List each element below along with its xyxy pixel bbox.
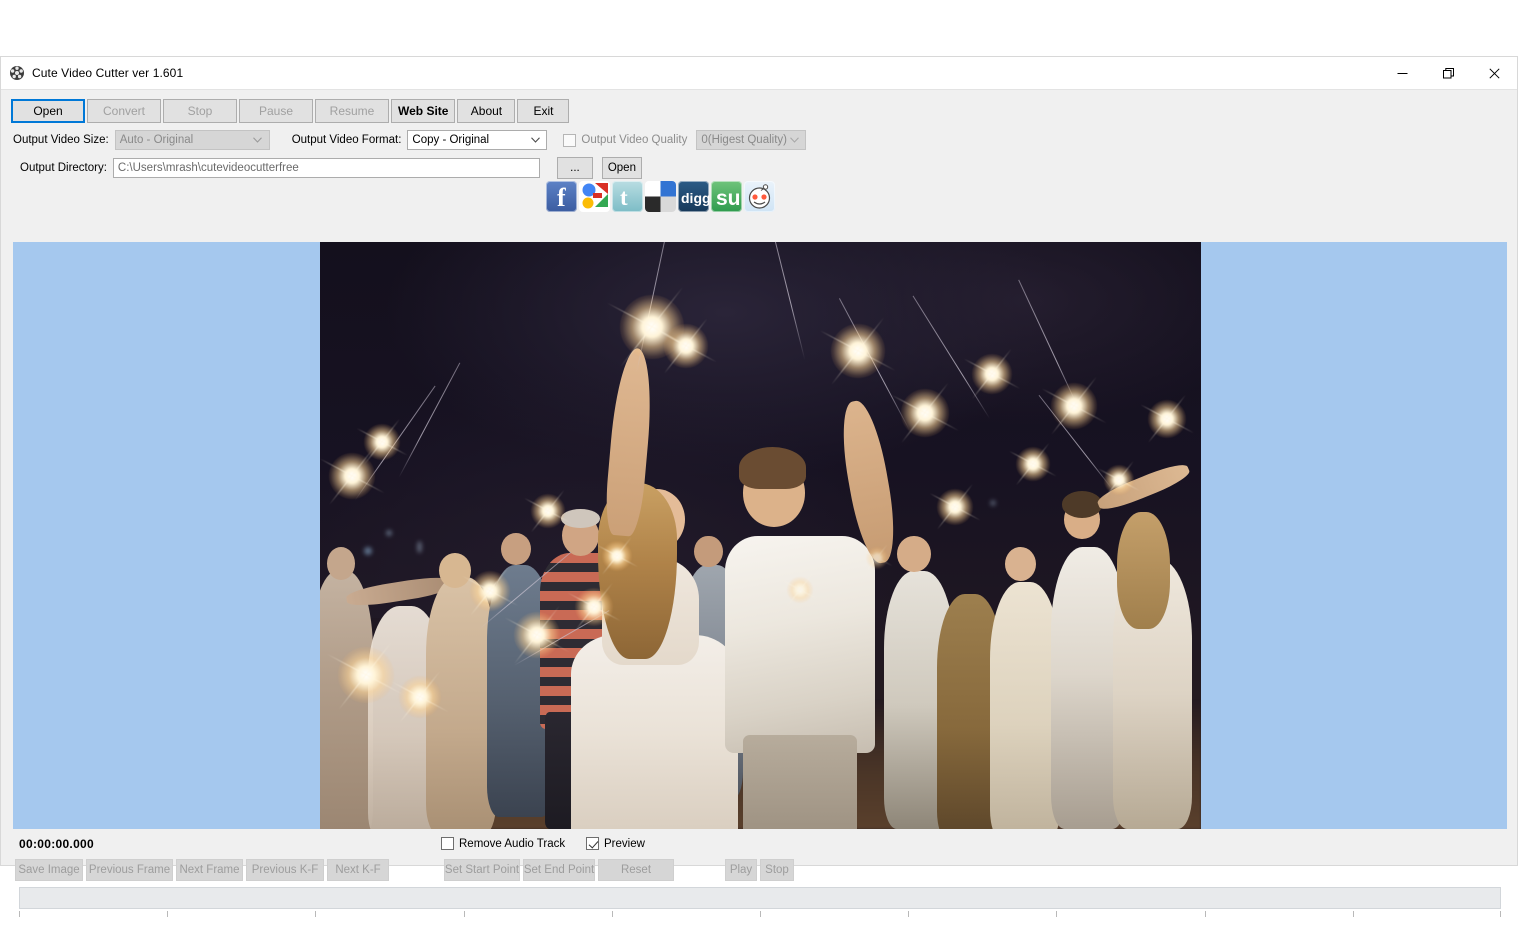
twitter-icon[interactable]: t: [612, 181, 643, 212]
previous-frame-button[interactable]: Previous Frame: [86, 859, 173, 881]
convert-button[interactable]: Convert: [87, 99, 161, 123]
preview-label: Preview: [604, 837, 645, 850]
guest-figure: [425, 576, 497, 829]
output-video-quality-select[interactable]: 0(Higest Quality): [696, 130, 807, 150]
stop-playback-button[interactable]: Stop: [760, 859, 794, 881]
digg-icon[interactable]: digg: [678, 181, 709, 212]
timeline-tick: [1352, 911, 1354, 917]
guest-head: [500, 532, 531, 565]
svg-text:digg: digg: [681, 190, 709, 206]
video-preview-area[interactable]: [13, 242, 1507, 829]
output-video-format-value: Copy - Original: [412, 134, 490, 146]
output-directory-label: Output Directory:: [20, 162, 107, 174]
groom-hair: [739, 447, 807, 489]
guest-figure: [320, 570, 373, 829]
application-window: Cute Video Cutter ver 1.601 Open Convert…: [0, 56, 1518, 917]
guest-head: [694, 535, 723, 568]
social-share-row: f t digg su: [546, 181, 775, 212]
title-bar: Cute Video Cutter ver 1.601: [1, 57, 1517, 89]
reddit-icon[interactable]: [744, 181, 775, 212]
svg-text:t: t: [620, 185, 628, 210]
next-frame-button[interactable]: Next Frame: [176, 859, 243, 881]
guest-figure: [989, 582, 1061, 829]
timeline-tick: [167, 911, 169, 917]
guest-head: [438, 553, 471, 589]
browse-directory-button[interactable]: ...: [556, 157, 593, 179]
set-end-point-button[interactable]: Set End Point: [523, 859, 595, 881]
guest-hair: [561, 509, 601, 528]
guest-head: [897, 535, 931, 572]
output-directory-input[interactable]: [112, 158, 540, 178]
next-keyframe-button[interactable]: Next K-F: [327, 859, 389, 881]
checkbox-box: [586, 837, 599, 850]
output-video-quality-value: 0(Higest Quality): [701, 134, 787, 146]
facebook-icon[interactable]: f: [546, 181, 577, 212]
minimize-button[interactable]: [1379, 57, 1425, 89]
svg-text:f: f: [557, 183, 566, 212]
checkbox-box: [441, 837, 454, 850]
output-directory-row: Output Directory: ... Open: [20, 157, 642, 179]
video-frame[interactable]: [320, 242, 1201, 829]
delicious-icon[interactable]: [645, 181, 676, 212]
maximize-restore-button[interactable]: [1425, 57, 1471, 89]
output-video-quality-checkbox[interactable]: Output Video Quality: [563, 133, 688, 147]
reset-button[interactable]: Reset: [598, 859, 674, 881]
output-video-format-label: Output Video Format:: [291, 134, 402, 146]
save-image-button[interactable]: Save Image: [15, 859, 83, 881]
transport-controls: Save Image Previous Frame Next Frame Pre…: [15, 859, 797, 881]
remove-audio-track-checkbox[interactable]: Remove Audio Track: [441, 837, 565, 850]
window-title: Cute Video Cutter ver 1.601: [32, 66, 184, 80]
guest-hair: [1117, 512, 1171, 630]
play-button[interactable]: Play: [725, 859, 757, 881]
timeline-slider[interactable]: [19, 887, 1501, 909]
about-button[interactable]: About: [457, 99, 516, 123]
groom-trousers: [742, 735, 858, 829]
timeline-tick: [1499, 911, 1501, 917]
google-icon[interactable]: [579, 181, 610, 212]
timeline-tick: [19, 911, 20, 917]
chevron-down-icon: [528, 131, 542, 149]
chevron-down-icon: [251, 131, 265, 149]
timeline-tick: [1056, 911, 1058, 917]
guest-hair: [1061, 491, 1103, 518]
timeline-ticks: [19, 911, 1501, 919]
resume-button[interactable]: Resume: [315, 99, 389, 123]
timeline-tick: [463, 911, 465, 917]
timecode-display: 00:00:00.000: [19, 837, 94, 851]
stop-button[interactable]: Stop: [163, 99, 237, 123]
player-controls-area: 00:00:00.000 Remove Audio Track Preview …: [1, 829, 1518, 929]
open-button[interactable]: Open: [11, 99, 85, 123]
svg-text:su: su: [716, 187, 741, 210]
timeline-tick: [908, 911, 910, 917]
remove-audio-track-label: Remove Audio Track: [459, 837, 566, 850]
timeline-tick: [315, 911, 317, 917]
pause-button[interactable]: Pause: [239, 99, 313, 123]
open-directory-button[interactable]: Open: [601, 157, 642, 179]
timeline-tick: [1204, 911, 1206, 917]
output-video-quality-label: Output Video Quality: [581, 134, 688, 146]
window-controls: [1379, 57, 1517, 89]
exit-button[interactable]: Exit: [517, 99, 570, 123]
website-button[interactable]: Web Site: [391, 99, 456, 123]
checkbox-box: [563, 133, 577, 147]
chevron-down-icon: [787, 131, 801, 149]
main-button-row: Open Convert Stop Pause Resume Web Site …: [11, 99, 571, 123]
previous-keyframe-button[interactable]: Previous K-F: [246, 859, 324, 881]
timeline-tick: [760, 911, 761, 917]
stumbleupon-icon[interactable]: su: [711, 181, 742, 212]
toolbar-area: Open Convert Stop Pause Resume Web Site …: [1, 89, 1517, 217]
preview-checkbox[interactable]: Preview: [586, 837, 645, 850]
output-video-format-select[interactable]: Copy - Original: [407, 130, 548, 150]
set-start-point-button[interactable]: Set Start Point: [444, 859, 520, 881]
film-reel-icon: [9, 65, 25, 81]
output-settings-row: Output Video Size: Auto - Original Outpu…: [13, 130, 807, 150]
groom-shirt: [725, 535, 876, 753]
output-video-size-label: Output Video Size:: [13, 134, 109, 146]
output-video-size-value: Auto - Original: [119, 134, 194, 146]
output-video-size-select[interactable]: Auto - Original: [114, 130, 270, 150]
close-button[interactable]: [1471, 57, 1517, 89]
timeline-tick: [611, 911, 613, 917]
